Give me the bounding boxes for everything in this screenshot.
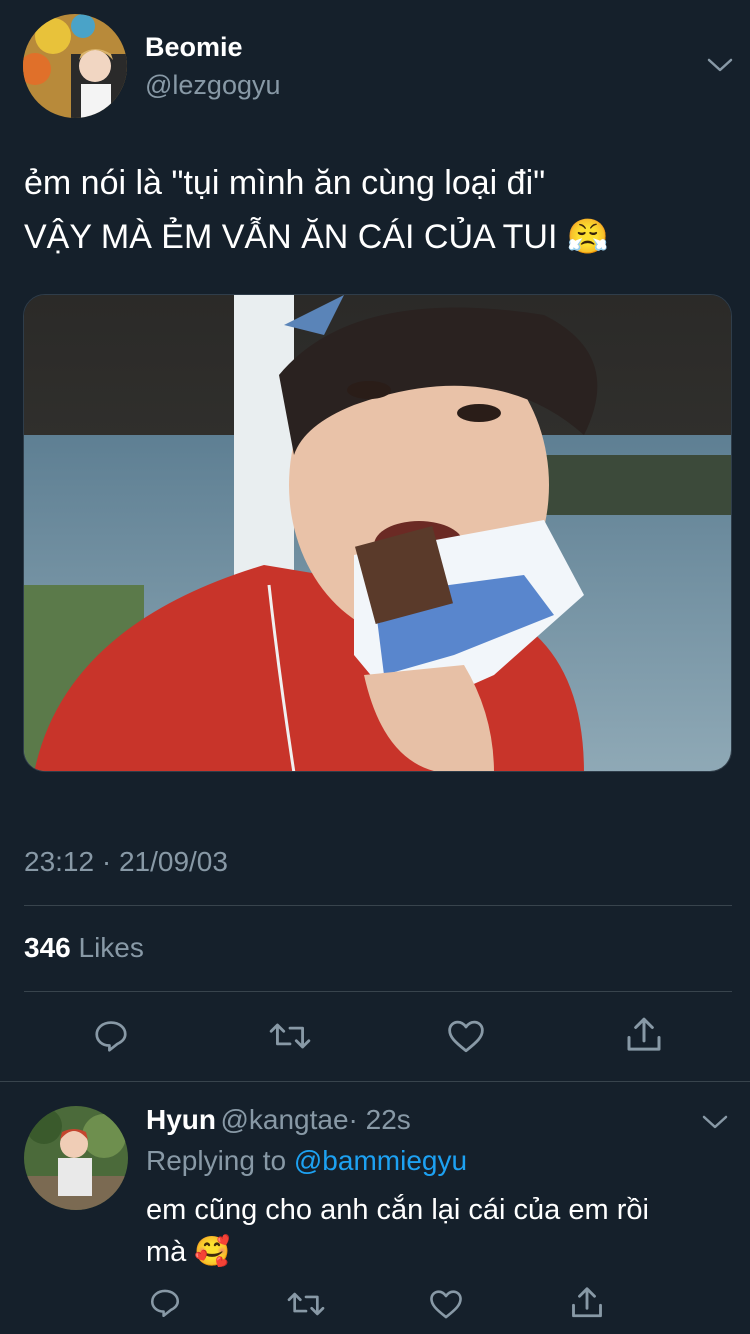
author-avatar[interactable] (23, 14, 127, 118)
share-icon[interactable] (569, 1284, 605, 1322)
divider (0, 1081, 750, 1082)
like-icon[interactable] (446, 1018, 486, 1054)
reply-text-line-2-text: mà (146, 1236, 187, 1268)
huffing-face-emoji: 😤 (566, 218, 610, 256)
smiling-hearts-emoji: 🥰 (194, 1236, 231, 1268)
reply-author-handle[interactable]: @kangtae (220, 1104, 348, 1135)
tweet-text: ẻm nói là "tụi mình ăn cùng loại đi" VẬY… (24, 156, 734, 264)
chevron-down-icon[interactable] (706, 56, 734, 74)
share-icon[interactable] (624, 1014, 664, 1056)
tweet-timestamp[interactable]: 23:12 · 21/09/03 (24, 846, 228, 878)
author-handle[interactable]: @lezgogyu (145, 70, 281, 101)
chevron-down-icon[interactable] (701, 1113, 729, 1131)
reply-header: Hyun @kangtae· 22s (146, 1104, 411, 1136)
tweet-photo[interactable] (23, 294, 732, 772)
tweet-text-line-1: ẻm nói là "tụi mình ăn cùng loại đi" (24, 164, 546, 202)
likes-label: Likes (78, 932, 144, 963)
replying-prefix: Replying to (146, 1145, 287, 1176)
reply-icon[interactable] (92, 1017, 130, 1055)
divider (24, 905, 732, 906)
retweet-icon[interactable] (286, 1287, 326, 1321)
replying-mention[interactable]: @bammiegyu (294, 1145, 467, 1176)
reply-icon[interactable] (148, 1286, 182, 1320)
retweet-icon[interactable] (268, 1017, 312, 1055)
author-name[interactable]: Beomie (145, 32, 243, 63)
reply-time: · 22s (348, 1104, 411, 1135)
reply-text: em cũng cho anh cắn lại cái của em rồi m… (146, 1189, 736, 1273)
like-icon[interactable] (428, 1288, 464, 1320)
divider (24, 991, 732, 992)
likes-count: 346 (24, 932, 71, 963)
likes-summary[interactable]: 346 Likes (24, 932, 144, 964)
reply-text-line-2: mà 🥰 (146, 1231, 736, 1273)
reply-author-avatar[interactable] (24, 1106, 128, 1210)
tweet-text-line-2: VẬY MÀ ẺM VẪN ĂN CÁI CỦA TUI 😤 (24, 210, 734, 264)
reply-text-line-1: em cũng cho anh cắn lại cái của em rồi (146, 1194, 649, 1226)
reply-author-name[interactable]: Hyun (146, 1104, 216, 1135)
replying-to: Replying to @bammiegyu (146, 1145, 467, 1177)
tweet-text-line-2-text: VẬY MÀ ẺM VẪN ĂN CÁI CỦA TUI (24, 218, 558, 256)
